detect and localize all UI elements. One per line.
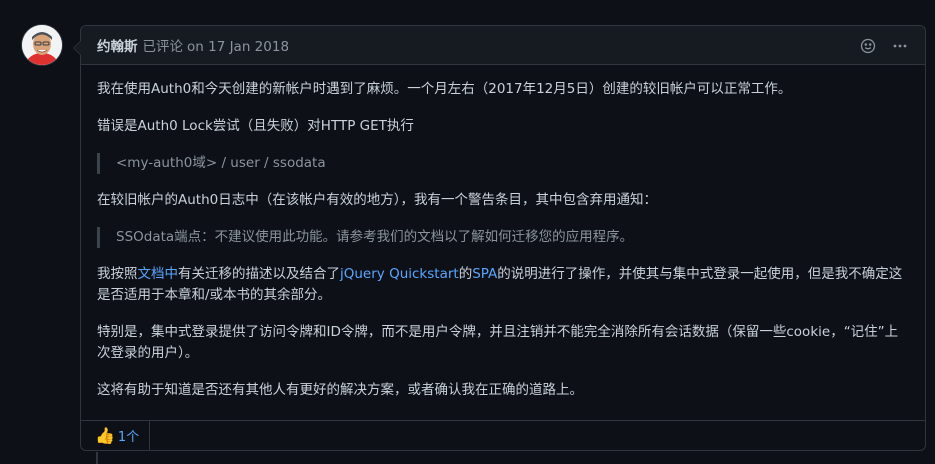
- smiley-icon[interactable]: [857, 35, 879, 57]
- paragraph-4-text-3: 的: [458, 266, 473, 282]
- comment-meta: 已评论 on 17 Jan 2018: [143, 35, 290, 55]
- comment-action: 已评论: [142, 39, 184, 55]
- comment-author[interactable]: 约翰斯: [97, 35, 138, 55]
- comment-header: 约翰斯 已评论 on 17 Jan 2018: [81, 26, 925, 65]
- comment-header-actions: [857, 26, 911, 65]
- docs-link[interactable]: 文档中: [138, 266, 179, 282]
- avatar[interactable]: [22, 25, 62, 65]
- comment-footer: 👍 1个: [81, 420, 925, 450]
- comment-date[interactable]: on 17 Jan 2018: [187, 39, 289, 55]
- blockquote-1: <my-auth0域> / user / ssodata: [97, 153, 909, 174]
- paragraph-4-text-1: 我按照: [97, 266, 138, 282]
- paragraph-1: 我在使用Auth0和今天创建的新帐户时遇到了麻烦。一个月左右（2017年12月5…: [97, 81, 792, 97]
- paragraph-2: 错误是Auth0 Lock尝试（且失败）对HTTP GET执行: [97, 118, 414, 134]
- reaction-count: 1个: [117, 430, 140, 445]
- thumbs-up-reaction-button[interactable]: 👍 1个: [81, 421, 151, 450]
- jquery-quickstart-link[interactable]: jQuery Quickstart: [340, 266, 459, 282]
- user-avatar-image: [22, 25, 62, 65]
- kebab-horizontal-icon[interactable]: [889, 35, 911, 57]
- timeline-line: [96, 452, 98, 464]
- paragraph-3: 在较旧帐户的Auth0日志中（在该帐户有效的地方），我有一个警告条目，其中包含弃…: [97, 192, 657, 208]
- thumbs-up-icon: 👍: [95, 426, 115, 445]
- comment-body: 我在使用Auth0和今天创建的新帐户时遇到了麻烦。一个月左右（2017年12月5…: [81, 65, 925, 401]
- paragraph-6: 这将有助于知道是否还有其他人有更好的解决方案，或者确认我在正确的道路上。: [97, 382, 583, 398]
- spa-link[interactable]: SPA: [472, 266, 497, 282]
- paragraph-4-text-2: 有关迁移的描述以及结合了: [178, 266, 340, 282]
- comment-box: 约翰斯 已评论 on 17 Jan 2018 我在使用Auth0和今天创建的新帐…: [73, 25, 926, 451]
- paragraph-4: 我按照文档中有关迁移的描述以及结合了jQuery Quickstart的SPA的…: [97, 264, 909, 306]
- blockquote-2: SSOdata端点：不建议使用此功能。请参考我们的文档以了解如何迁移您的应用程序…: [97, 227, 909, 248]
- paragraph-5: 特别是，集中式登录提供了访问令牌和ID令牌，而不是用户令牌，并且注销并不能完全消…: [97, 324, 899, 361]
